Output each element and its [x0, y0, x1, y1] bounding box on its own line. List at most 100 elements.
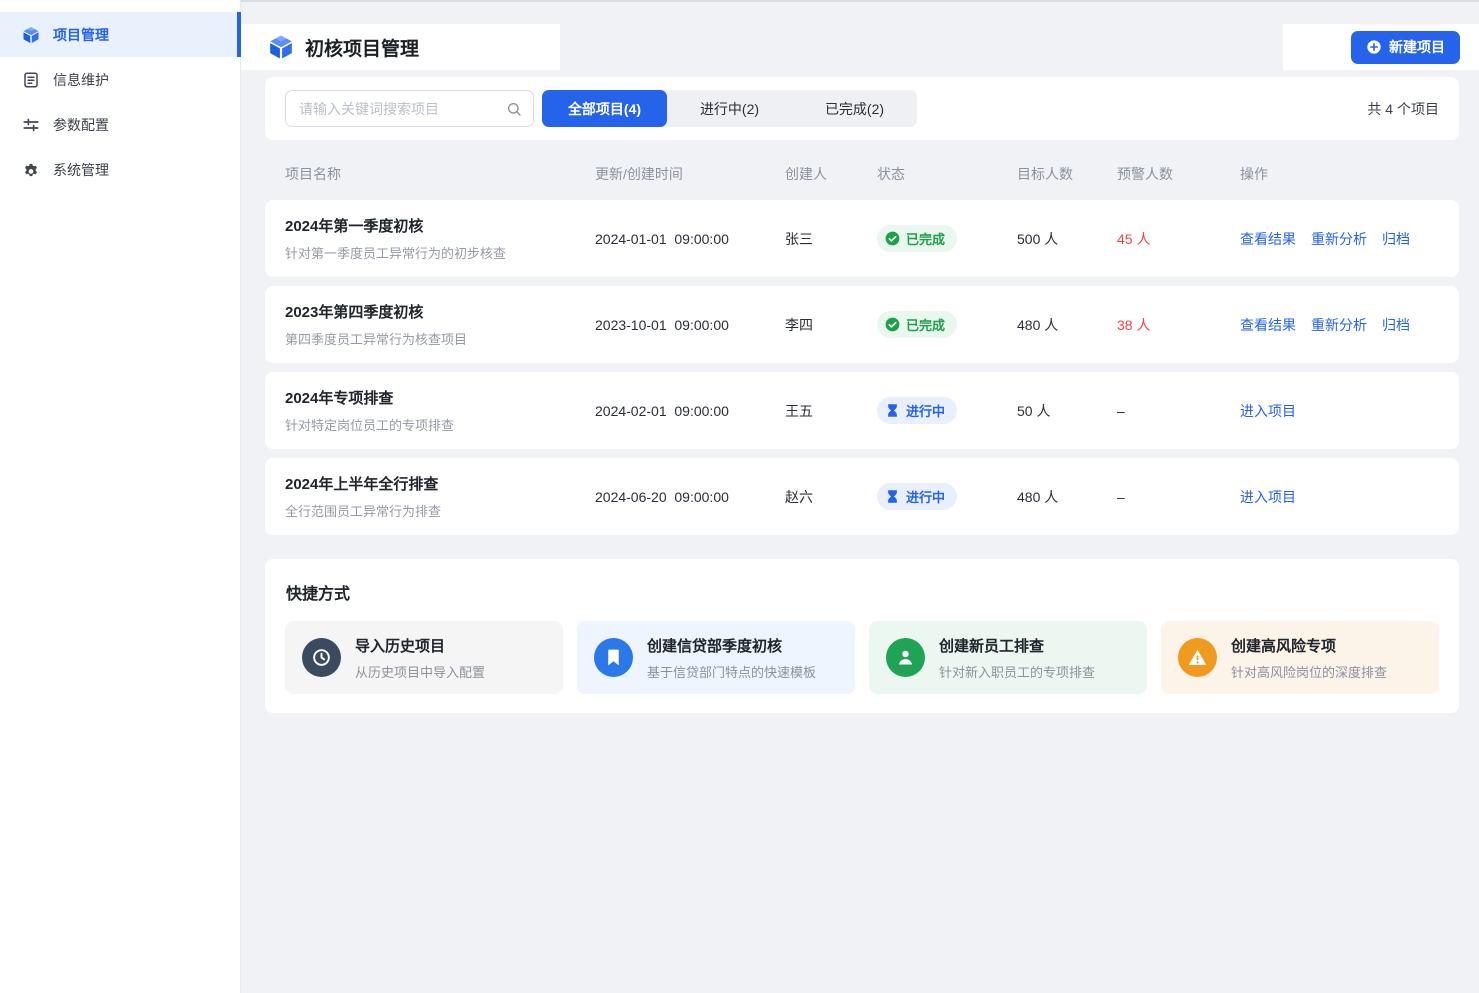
project-desc: 全行范围员工异常行为排查: [285, 501, 595, 520]
shortcut-new-employee[interactable]: 创建新员工排查针对新入职员工的专项排查: [869, 621, 1147, 694]
action-link[interactable]: 查看结果: [1240, 229, 1296, 249]
shortcut-text: 创建新员工排查针对新入职员工的专项排查: [939, 635, 1095, 681]
filter-bar: 全部项目(4)进行中(2)已完成(2) 共 4 个项目: [265, 77, 1459, 140]
warning-icon: [1178, 638, 1217, 677]
shortcut-desc: 针对高风险岗位的深度排查: [1231, 662, 1387, 681]
shortcut-desc: 针对新入职员工的专项排查: [939, 662, 1095, 681]
project-time: 2024-02-01 09:00:00: [595, 403, 785, 419]
project-name: 2024年上半年全行排查: [285, 473, 595, 494]
project-name: 2024年第一季度初核: [285, 215, 595, 236]
status-label: 已完成: [906, 229, 945, 248]
content-area: 全部项目(4)进行中(2)已完成(2) 共 4 个项目 项目名称更新/创建时间创…: [241, 70, 1479, 993]
status-badge: 已完成: [877, 311, 957, 338]
sidebar-item-info-maintenance[interactable]: 信息维护: [0, 57, 240, 102]
sidebar-item-label: 项目管理: [53, 25, 109, 45]
project-time: 2023-10-01 09:00:00: [595, 317, 785, 333]
status-badge: 已完成: [877, 225, 957, 252]
action-link[interactable]: 进入项目: [1240, 401, 1296, 421]
header-actions: 新建项目: [1283, 24, 1479, 70]
shortcut-text: 创建信贷部季度初核基于信贷部门特点的快速模板: [647, 635, 816, 681]
sidebar-item-label: 参数配置: [53, 115, 109, 135]
shortcut-import-history[interactable]: 导入历史项目从历史项目中导入配置: [285, 621, 563, 694]
action-link[interactable]: 重新分析: [1311, 229, 1367, 249]
project-count: 共 4 个项目: [1367, 99, 1439, 119]
project-desc: 针对第一季度员工异常行为的初步核查: [285, 243, 595, 262]
sliders-icon: [22, 116, 40, 134]
status-label: 已完成: [906, 315, 945, 334]
warning-count: –: [1117, 403, 1240, 419]
page-title-area: 初核项目管理: [241, 24, 560, 70]
project-name: 2023年第四季度初核: [285, 301, 595, 322]
shortcut-text: 导入历史项目从历史项目中导入配置: [355, 635, 485, 681]
warning-count: –: [1117, 489, 1240, 505]
action-link[interactable]: 进入项目: [1240, 487, 1296, 507]
shortcut-title: 创建高风险专项: [1231, 635, 1387, 656]
status-cell: 进行中: [877, 483, 1017, 510]
column-header: 创建人: [785, 164, 877, 184]
document-icon: [22, 71, 40, 89]
sidebar-item-label: 信息维护: [53, 70, 109, 90]
sidebar: 项目管理 信息维护 参数配置 系统管理: [0, 0, 241, 993]
shortcut-title: 导入历史项目: [355, 635, 485, 656]
target-count: 500 人: [1017, 229, 1117, 249]
action-link[interactable]: 归档: [1382, 315, 1410, 335]
shortcut-title: 创建新员工排查: [939, 635, 1095, 656]
table-header: 项目名称更新/创建时间创建人状态目标人数预警人数操作: [265, 148, 1459, 200]
target-count: 480 人: [1017, 315, 1117, 335]
shortcut-title: 创建信贷部季度初核: [647, 635, 816, 656]
column-header: 更新/创建时间: [595, 164, 785, 184]
sidebar-item-project-management[interactable]: 项目管理: [0, 12, 240, 57]
tab-finished[interactable]: 已完成(2): [792, 90, 917, 127]
shortcuts-section: 快捷方式 导入历史项目从历史项目中导入配置 创建信贷部季度初核基于信贷部门特点的…: [265, 559, 1459, 713]
filter-tabs: 全部项目(4)进行中(2)已完成(2): [542, 90, 917, 127]
search-icon[interactable]: [506, 101, 522, 117]
project-creator: 张三: [785, 229, 877, 249]
cube-icon: [22, 26, 40, 44]
project-desc: 针对特定岗位员工的专项排查: [285, 415, 595, 434]
project-name-cell: 2023年第四季度初核第四季度员工异常行为核查项目: [285, 301, 595, 348]
shortcuts-title: 快捷方式: [286, 580, 1439, 604]
project-creator: 赵六: [785, 487, 877, 507]
project-time: 2024-01-01 09:00:00: [595, 231, 785, 247]
action-link[interactable]: 重新分析: [1311, 315, 1367, 335]
gear-icon: [22, 161, 40, 179]
search-box[interactable]: [285, 90, 534, 127]
status-badge: 进行中: [877, 483, 957, 510]
shortcut-desc: 基于信贷部门特点的快速模板: [647, 662, 816, 681]
sidebar-item-parameter-config[interactable]: 参数配置: [0, 102, 240, 147]
project-time: 2024-06-20 09:00:00: [595, 489, 785, 505]
status-label: 进行中: [906, 487, 945, 506]
project-desc: 第四季度员工异常行为核查项目: [285, 329, 595, 348]
bookmark-icon: [594, 638, 633, 677]
action-link[interactable]: 归档: [1382, 229, 1410, 249]
hourglass-icon: [885, 403, 900, 418]
table-row: 2024年第一季度初核针对第一季度员工异常行为的初步核查2024-01-01 0…: [265, 200, 1459, 277]
table-row: 2023年第四季度初核第四季度员工异常行为核查项目2023-10-01 09:0…: [265, 286, 1459, 363]
tab-all[interactable]: 全部项目(4): [542, 90, 667, 127]
sidebar-item-system-management[interactable]: 系统管理: [0, 147, 240, 192]
column-header: 目标人数: [1017, 164, 1117, 184]
shortcut-credit-quarterly[interactable]: 创建信贷部季度初核基于信贷部门特点的快速模板: [577, 621, 855, 694]
warning-count: 38 人: [1117, 315, 1240, 335]
plus-circle-icon: [1366, 39, 1382, 55]
search-input[interactable]: [297, 100, 498, 118]
project-list: 2024年第一季度初核针对第一季度员工异常行为的初步核查2024-01-01 0…: [265, 200, 1459, 535]
page-title: 初核项目管理: [305, 34, 419, 61]
sidebar-item-label: 系统管理: [53, 160, 109, 180]
status-cell: 已完成: [877, 311, 1017, 338]
person-icon: [886, 638, 925, 677]
clock-icon: [302, 638, 341, 677]
new-project-button-label: 新建项目: [1389, 37, 1445, 57]
column-header: 操作: [1240, 164, 1439, 184]
new-project-button[interactable]: 新建项目: [1351, 31, 1460, 64]
action-link[interactable]: 查看结果: [1240, 315, 1296, 335]
column-header: 预警人数: [1117, 164, 1240, 184]
project-name-cell: 2024年第一季度初核针对第一季度员工异常行为的初步核查: [285, 215, 595, 262]
tab-running[interactable]: 进行中(2): [667, 90, 792, 127]
check-circle-icon: [885, 231, 900, 246]
column-header: 项目名称: [285, 164, 595, 184]
project-name: 2024年专项排查: [285, 387, 595, 408]
table-row: 2024年专项排查针对特定岗位员工的专项排查2024-02-01 09:00:0…: [265, 372, 1459, 449]
shortcuts-grid: 导入历史项目从历史项目中导入配置 创建信贷部季度初核基于信贷部门特点的快速模板 …: [285, 621, 1439, 694]
shortcut-high-risk[interactable]: 创建高风险专项针对高风险岗位的深度排查: [1161, 621, 1439, 694]
